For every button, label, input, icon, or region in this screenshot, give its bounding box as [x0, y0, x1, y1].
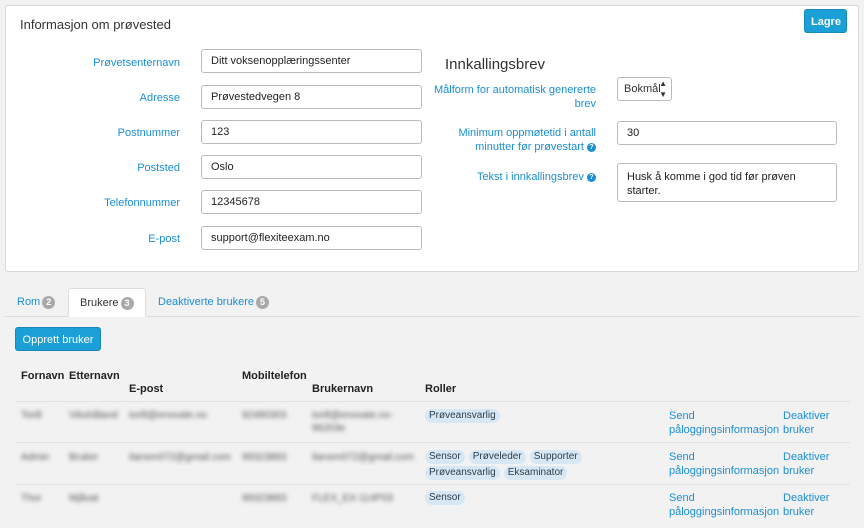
- send-link-line-2: påloggingsinformasjon: [669, 465, 780, 477]
- language-label-line-2: brev: [574, 98, 596, 110]
- header-first-name: Fornavn: [21, 370, 65, 382]
- tab-users-count-badge: 3: [120, 297, 134, 310]
- role-badge: Prøveansvarlig: [425, 466, 500, 480]
- cell-first-name: Thor: [21, 493, 42, 504]
- center-name-input[interactable]: Ditt voksenopplæringssenter: [201, 49, 422, 73]
- deactivate-user-link[interactable]: Deaktiver bruker: [783, 450, 829, 478]
- min-time-label-line-1: Minimum oppmøtetid i antall: [458, 127, 596, 139]
- invitation-letter-title: Innkallingsbrev: [445, 56, 546, 73]
- letter-text-label: Tekst i innkallingsbrev ?: [426, 170, 596, 184]
- row-divider: [15, 484, 850, 485]
- field-label-phone: Telefonnummer: [104, 197, 180, 209]
- cell-roles: Sensor: [425, 491, 650, 507]
- role-badge: Sensor: [425, 450, 465, 464]
- deactivate-user-link[interactable]: Deaktiver bruker: [783, 491, 829, 519]
- language-label: Målform for automatisk genererte brev: [426, 83, 596, 111]
- role-badge: Sensor: [425, 491, 465, 505]
- cell-email: torill@enovate.no: [129, 410, 207, 421]
- field-label-address: Adresse: [139, 92, 180, 104]
- letter-text-label-text: Tekst i innkallingsbrev: [476, 171, 584, 183]
- cell-mobile: 92480303: [242, 410, 287, 421]
- cell-username-line-1: torill@enovate.no-: [312, 410, 394, 421]
- min-time-input[interactable]: 30: [617, 121, 837, 145]
- cell-roles: Prøveansvarlig: [425, 409, 650, 425]
- role-badge: Prøveansvarlig: [425, 409, 500, 423]
- tab-rooms-label: Rom: [17, 296, 41, 308]
- test-center-panel: Informasjon om prøvested Lagre Prøvetsen…: [5, 5, 859, 272]
- tab-users[interactable]: Brukere 3: [68, 288, 146, 317]
- deactivate-link-line-1: Deaktiver: [783, 451, 830, 463]
- phone-input[interactable]: 12345678: [201, 190, 422, 214]
- send-link-line-1: Send: [669, 451, 695, 463]
- tab-rooms-count-badge: 2: [42, 296, 56, 309]
- row-divider: [15, 442, 850, 443]
- cell-roles: Sensor Prøveleder Supporter Prøveansvarl…: [425, 450, 650, 482]
- deactivate-link-line-2: bruker: [783, 424, 815, 436]
- language-select-value: Bokmål: [624, 83, 661, 95]
- cell-last-name: Vikshåland: [69, 410, 118, 421]
- cell-username: ilarsen072@gmail.com: [312, 451, 414, 464]
- send-login-info-link[interactable]: Send påloggingsinformasjon: [669, 491, 779, 519]
- email-input[interactable]: support@flexiteexam.no: [201, 226, 422, 250]
- postal-code-input[interactable]: 123: [201, 120, 422, 144]
- send-link-line-1: Send: [669, 492, 695, 504]
- header-mobile: Mobiltelefon: [242, 370, 307, 382]
- cell-first-name: Admin: [21, 452, 50, 463]
- send-login-info-link[interactable]: Send påloggingsinformasjon: [669, 409, 779, 437]
- cell-mobile: 99323883: [242, 493, 287, 504]
- cell-username-line-1: ilarsen072@gmail.com: [312, 452, 414, 463]
- send-login-info-link[interactable]: Send påloggingsinformasjon: [669, 450, 779, 478]
- cell-username-line-2: 96203e: [312, 423, 346, 434]
- tab-users-label: Brukere: [80, 297, 119, 309]
- cell-email: ilarsen072@gmail.com: [129, 452, 231, 463]
- header-email: E-post: [129, 383, 164, 395]
- cell-username-line-1: FLEX_EX-114P03: [312, 493, 393, 504]
- header-last-name: Etternavn: [69, 370, 120, 382]
- create-user-button[interactable]: Opprett bruker: [15, 327, 101, 351]
- header-roles: Roller: [425, 383, 457, 395]
- tab-deactivated-users[interactable]: Deaktiverte brukere 5: [158, 288, 270, 317]
- city-input[interactable]: Oslo: [201, 155, 422, 179]
- min-time-label-line-2: minutter før prøvestart ?: [426, 140, 596, 154]
- deactivate-link-line-1: Deaktiver: [783, 410, 830, 422]
- cell-last-name: Bruker: [69, 452, 99, 463]
- address-input[interactable]: Prøvestedvegen 8: [201, 85, 422, 109]
- role-badge: Eksaminator: [503, 466, 568, 480]
- select-arrows-icon: ▲ ▼: [659, 79, 667, 99]
- deactivate-link-line-2: bruker: [783, 506, 815, 518]
- tab-rooms[interactable]: Rom 2: [17, 288, 56, 317]
- field-label-postal-code: Postnummer: [117, 127, 180, 139]
- header-username: Brukernavn: [312, 383, 374, 395]
- cell-first-name: Torill: [21, 410, 42, 421]
- help-icon[interactable]: ?: [587, 142, 596, 152]
- cell-mobile: 99323883: [242, 452, 287, 463]
- tab-deactivated-label: Deaktiverte brukere: [158, 296, 254, 308]
- field-label-city: Poststed: [137, 162, 180, 174]
- language-select[interactable]: Bokmål ▲ ▼: [617, 77, 672, 101]
- help-icon[interactable]: ?: [587, 172, 596, 182]
- send-link-line-2: påloggingsinformasjon: [669, 424, 780, 436]
- role-badge: Prøveleder: [468, 450, 526, 464]
- deactivate-link-line-1: Deaktiver: [783, 492, 830, 504]
- field-label-center-name: Prøvetsenternavn: [93, 57, 180, 69]
- deactivate-link-line-2: bruker: [783, 465, 815, 477]
- cell-username: torill@enovate.no- 96203e: [312, 409, 393, 435]
- row-divider: [15, 401, 850, 402]
- deactivate-user-link[interactable]: Deaktiver bruker: [783, 409, 829, 437]
- send-link-line-2: påloggingsinformasjon: [669, 506, 780, 518]
- tab-deactivated-count-badge: 5: [256, 296, 270, 309]
- min-time-label-text: minutter før prøvestart: [475, 141, 584, 153]
- role-badge: Supporter: [529, 450, 582, 464]
- panel-title: Informasjon om prøvested: [20, 17, 172, 32]
- cell-username: FLEX_EX-114P03: [312, 492, 393, 505]
- language-label-line-1: Målform for automatisk genererte: [433, 84, 596, 96]
- send-link-line-1: Send: [669, 410, 695, 422]
- save-button[interactable]: Lagre: [804, 9, 847, 33]
- letter-text-textarea[interactable]: Husk å komme i god tid før prøven starte…: [617, 163, 837, 202]
- field-label-email: E-post: [148, 233, 180, 245]
- min-time-label: Minimum oppmøtetid i antall minutter før…: [426, 126, 596, 154]
- cell-last-name: Mjåvat: [69, 493, 99, 504]
